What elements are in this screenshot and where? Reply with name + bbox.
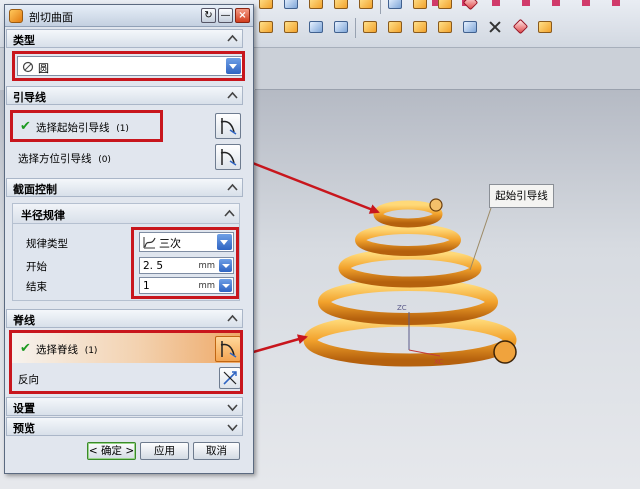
select-orientation-guide-row[interactable]: 选择方位引导线 (0) [10, 145, 240, 169]
chevron-down-icon[interactable] [226, 401, 239, 413]
chevron-up-icon[interactable] [226, 313, 239, 325]
orientation-guide-count: (0) [98, 155, 111, 165]
minimize-button[interactable]: — [218, 8, 233, 23]
highlight-type-dropdown [12, 51, 245, 81]
group-header-guides[interactable]: 引导线 [6, 86, 243, 105]
subgroup-title: 半径规律 [21, 209, 65, 222]
axis-label-xc: XC [434, 358, 443, 366]
cancel-button[interactable]: 取消 [193, 442, 240, 460]
group-header-section-control[interactable]: 截面控制 [6, 178, 243, 197]
chevron-down-icon[interactable] [226, 421, 239, 433]
select-orientation-guide-label: 选择方位引导线 [18, 153, 92, 165]
callout-leader-line [469, 204, 493, 271]
reset-button[interactable]: ↻ [201, 8, 216, 23]
end-label: 结束 [26, 281, 47, 293]
dialog-title: 剖切曲面 [29, 11, 73, 24]
group-title: 预览 [13, 422, 35, 435]
group-title: 脊线 [13, 314, 35, 327]
highlight-start-guide [10, 110, 163, 142]
group-header-type[interactable]: 类型 [6, 29, 243, 48]
subgroup-header-radius-law[interactable]: 半径规律 [13, 204, 239, 224]
group-title: 类型 [13, 34, 35, 47]
select-curve-button[interactable] [215, 144, 241, 170]
group-header-preview[interactable]: 预览 [6, 417, 243, 436]
close-button[interactable]: × [235, 8, 250, 23]
law-type-label: 规律类型 [26, 238, 68, 250]
highlight-spine-section [9, 330, 243, 394]
curve-select-icon [220, 149, 237, 166]
start-guide-callout: 起始引导线 [489, 184, 554, 208]
chevron-up-icon[interactable] [226, 90, 239, 102]
chevron-up-icon[interactable] [226, 182, 239, 194]
apply-button[interactable]: 应用 [140, 442, 189, 460]
highlight-radius-law-fields [131, 227, 239, 299]
spring-model[interactable] [303, 198, 517, 367]
ok-button[interactable]: < 确定 > [87, 442, 136, 460]
curve-select-icon [220, 118, 237, 135]
group-header-settings[interactable]: 设置 [6, 397, 243, 416]
select-curve-button[interactable] [215, 113, 241, 139]
group-title: 设置 [13, 402, 35, 415]
group-header-spine[interactable]: 脊线 [6, 309, 243, 328]
section-surface-icon [9, 9, 23, 23]
group-title: 截面控制 [13, 183, 57, 196]
dialog-titlebar[interactable]: 剖切曲面 ↻ — × [5, 5, 253, 27]
chevron-up-icon[interactable] [226, 33, 239, 45]
start-label: 开始 [26, 261, 47, 273]
axis-label-zc: ZC [397, 304, 407, 312]
group-title: 引导线 [13, 91, 46, 104]
chevron-up-icon[interactable] [223, 208, 236, 220]
